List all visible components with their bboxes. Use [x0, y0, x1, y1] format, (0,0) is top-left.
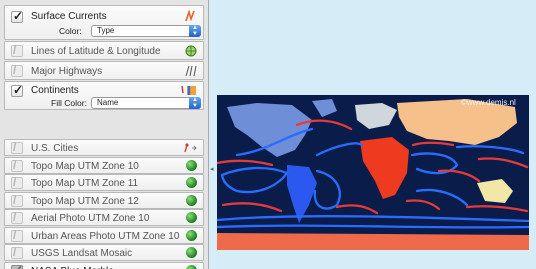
checkbox-aerial10[interactable]: / [11, 210, 23, 224]
layer-row-continents[interactable]: ✓ Continents Fill Color: Name ▲ ▼ [4, 81, 204, 110]
checkbox-us-cities[interactable]: / [11, 140, 23, 154]
highway-lines-icon [185, 65, 197, 77]
layer-row-landsat[interactable]: / USGS Landsat Mosaic [4, 244, 204, 261]
sphere-icon [186, 229, 197, 241]
layer-row-aerial10[interactable]: / Aerial Photo UTM Zone 10 [4, 209, 204, 226]
layer-label: Topo Map UTM Zone 12 [31, 195, 139, 207]
current-path [313, 169, 341, 210]
current-path [411, 141, 455, 147]
fill-color-select-value: Name [97, 98, 119, 107]
continent-greenland [312, 99, 337, 117]
current-path [455, 145, 525, 155]
sphere-icon [186, 247, 197, 258]
layer-row-utm11[interactable]: / Topo Map UTM Zone 11 [4, 174, 204, 191]
checkbox-highways[interactable]: / [11, 63, 23, 77]
map-watermark: ©www.demis.nl [461, 98, 516, 107]
checkbox-landsat[interactable]: / [11, 245, 23, 259]
map-canvas: ©www.demis.nl [217, 98, 529, 250]
pin-icon [184, 143, 197, 153]
checkbox-utm10[interactable]: / [11, 158, 23, 172]
layer-row-utm12[interactable]: / Topo Map UTM Zone 12 [4, 191, 204, 209]
sphere-icon [186, 212, 197, 223]
layer-row-highways[interactable]: / Major Highways [4, 61, 204, 80]
layers-panel: ✓ Surface Currents Color: Type ▲ ▼ / Line… [0, 0, 209, 269]
layer-label: Lines of Latitude & Longitude [31, 46, 161, 57]
current-path [220, 166, 289, 194]
checkbox-surface-currents[interactable]: ✓ [11, 9, 23, 23]
checkbox-utm12[interactable]: / [11, 193, 23, 207]
layer-row-bluemarble[interactable]: ✓ NASA Blue Marble [4, 261, 204, 269]
continent-north-america [227, 103, 312, 157]
current-path [405, 199, 441, 211]
layer-label: Topo Map UTM Zone 10 [31, 160, 139, 172]
layer-label: Urban Areas Photo UTM Zone 10 [31, 230, 180, 242]
layer-label: Surface Currents [31, 11, 107, 22]
checkbox-lat-long[interactable]: / [11, 43, 23, 57]
layer-label: Major Highways [31, 66, 103, 77]
currents-icon [185, 10, 195, 22]
layer-label: USGS Landsat Mosaic [31, 248, 133, 259]
continent-africa [360, 137, 409, 199]
checkbox-bluemarble[interactable]: ✓ [11, 263, 23, 269]
checkbox-urban10[interactable]: / [11, 228, 23, 242]
current-path [315, 142, 364, 157]
color-select[interactable]: Type ▲ ▼ [91, 25, 201, 37]
current-path [335, 204, 379, 215]
current-path [477, 157, 529, 169]
current-path [217, 159, 274, 167]
layer-label: Continents [31, 85, 79, 96]
layer-label: U.S. Cities [31, 143, 79, 154]
layer-row-us-cities[interactable]: / U.S. Cities [4, 139, 204, 156]
current-path [217, 224, 529, 229]
fill-color-label: Fill Color: [51, 98, 87, 108]
layer-row-surface-currents[interactable]: ✓ Surface Currents Color: Type ▲ ▼ [4, 5, 204, 40]
continent-europe [355, 103, 397, 129]
layer-label: Topo Map UTM Zone 11 [31, 178, 139, 189]
current-path [221, 202, 283, 213]
layer-row-lat-long[interactable]: / Lines of Latitude & Longitude [4, 41, 204, 60]
color-select-value: Type [97, 26, 115, 35]
current-path [217, 215, 529, 223]
paint-tools-icon [181, 85, 196, 95]
resize-handle[interactable]: ◂ [210, 165, 214, 173]
sphere-icon [186, 264, 197, 269]
chevron-updown-icon: ▲ ▼ [189, 25, 201, 37]
sphere-icon [186, 194, 197, 206]
continent-south-america [287, 165, 317, 223]
layer-label: Aerial Photo UTM Zone 10 [31, 213, 150, 224]
continent-antarctica [217, 233, 529, 250]
checkbox-continents[interactable]: ✓ [11, 83, 23, 97]
globe-grid-icon [185, 45, 197, 57]
chevron-updown-icon: ▲ ▼ [189, 97, 201, 109]
fill-color-select[interactable]: Name ▲ ▼ [91, 97, 201, 109]
layer-row-utm10[interactable]: / Topo Map UTM Zone 10 [4, 156, 204, 174]
continent-australia [477, 179, 513, 203]
sphere-icon [186, 159, 197, 171]
world-map[interactable]: ©www.demis.nl [217, 95, 529, 250]
layer-label: NASA Blue Marble [31, 266, 114, 269]
layer-row-urban10[interactable]: / Urban Areas Photo UTM Zone 10 [4, 226, 204, 244]
sphere-icon [186, 177, 197, 188]
color-label: Color: [59, 26, 82, 36]
current-path [465, 205, 529, 213]
checkbox-utm11[interactable]: / [11, 175, 23, 189]
